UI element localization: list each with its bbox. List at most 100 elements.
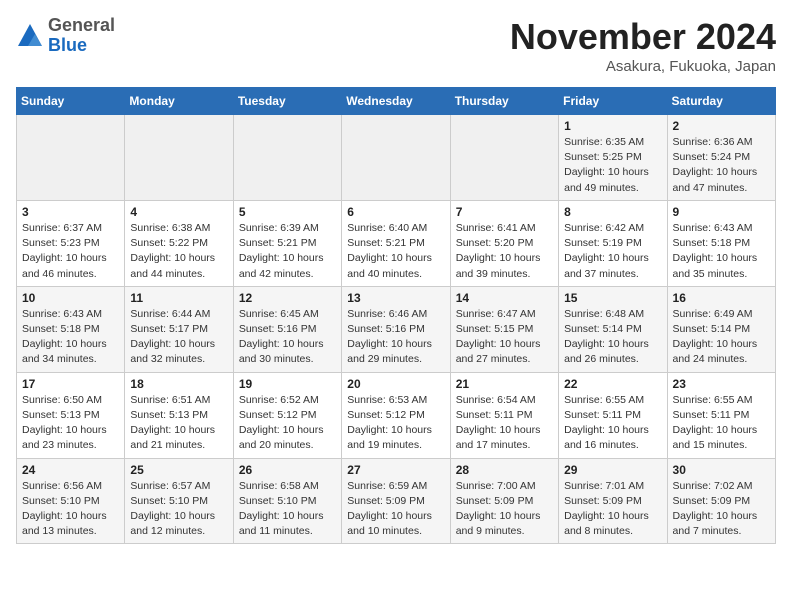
calendar-cell xyxy=(450,115,558,201)
weekday-header: Monday xyxy=(125,88,233,115)
calendar-cell: 2 Sunrise: 6:36 AM Sunset: 5:24 PM Daylig… xyxy=(667,115,775,201)
calendar-cell: 21Sunrise: 6:54 AM Sunset: 5:11 PM Dayli… xyxy=(450,372,558,458)
calendar-cell: 19 Sunrise: 6:52 AM Sunset: 5:12 PM Dayli… xyxy=(233,372,341,458)
day-info: Sunrise: 6:59 AM Sunset: 5:09 PM Dayligh… xyxy=(347,479,444,540)
day-info: Sunrise: 6:46 AM Sunset: 5:16 PM Dayligh… xyxy=(347,307,444,368)
day-number: 11 xyxy=(130,291,227,305)
day-number: 29 xyxy=(564,463,661,477)
day-number: 28 xyxy=(456,463,553,477)
day-number: 3 xyxy=(22,205,119,219)
calendar-cell: 8 Sunrise: 6:42 AM Sunset: 5:19 PM Daylig… xyxy=(559,200,667,286)
day-number: 23 xyxy=(673,377,770,391)
day-info: Sunrise: 6:40 AM Sunset: 5:21 PM Dayligh… xyxy=(347,221,444,282)
calendar-cell: 27 Sunrise: 6:59 AM Sunset: 5:09 PM Dayli… xyxy=(342,458,450,544)
day-number: 6 xyxy=(347,205,444,219)
day-info: Sunrise: 6:44 AM Sunset: 5:17 PM Dayligh… xyxy=(130,307,227,368)
day-number: 16 xyxy=(673,291,770,305)
calendar-week-row: 1Sunrise: 6:35 AM Sunset: 5:25 PM Daylig… xyxy=(17,115,776,201)
calendar-cell xyxy=(342,115,450,201)
day-number: 9 xyxy=(673,205,770,219)
calendar-cell xyxy=(17,115,125,201)
weekday-row: SundayMondayTuesdayWednesdayThursdayFrid… xyxy=(17,88,776,115)
calendar-cell: 26Sunrise: 6:58 AM Sunset: 5:10 PM Dayli… xyxy=(233,458,341,544)
day-info: Sunrise: 6:36 AM Sunset: 5:24 PM Dayligh… xyxy=(673,135,770,196)
calendar-week-row: 24Sunrise: 6:56 AM Sunset: 5:10 PM Dayli… xyxy=(17,458,776,544)
day-number: 20 xyxy=(347,377,444,391)
day-info: Sunrise: 7:01 AM Sunset: 5:09 PM Dayligh… xyxy=(564,479,661,540)
calendar-cell: 24Sunrise: 6:56 AM Sunset: 5:10 PM Dayli… xyxy=(17,458,125,544)
day-info: Sunrise: 6:52 AM Sunset: 5:12 PM Dayligh… xyxy=(239,393,336,454)
day-number: 22 xyxy=(564,377,661,391)
calendar-cell: 23 Sunrise: 6:55 AM Sunset: 5:11 PM Dayli… xyxy=(667,372,775,458)
day-info: Sunrise: 6:58 AM Sunset: 5:10 PM Dayligh… xyxy=(239,479,336,540)
calendar-cell: 3 Sunrise: 6:37 AM Sunset: 5:23 PM Daylig… xyxy=(17,200,125,286)
calendar-cell xyxy=(233,115,341,201)
calendar-cell: 13 Sunrise: 6:46 AM Sunset: 5:16 PM Dayli… xyxy=(342,286,450,372)
calendar-cell: 5Sunrise: 6:39 AM Sunset: 5:21 PM Daylig… xyxy=(233,200,341,286)
day-info: Sunrise: 6:42 AM Sunset: 5:19 PM Dayligh… xyxy=(564,221,661,282)
day-info: Sunrise: 6:37 AM Sunset: 5:23 PM Dayligh… xyxy=(22,221,119,282)
calendar-cell: 6 Sunrise: 6:40 AM Sunset: 5:21 PM Daylig… xyxy=(342,200,450,286)
calendar-cell: 15 Sunrise: 6:48 AM Sunset: 5:14 PM Dayli… xyxy=(559,286,667,372)
day-number: 8 xyxy=(564,205,661,219)
day-number: 24 xyxy=(22,463,119,477)
calendar-cell: 20 Sunrise: 6:53 AM Sunset: 5:12 PM Dayli… xyxy=(342,372,450,458)
day-info: Sunrise: 7:00 AM Sunset: 5:09 PM Dayligh… xyxy=(456,479,553,540)
day-info: Sunrise: 6:55 AM Sunset: 5:11 PM Dayligh… xyxy=(673,393,770,454)
calendar-cell: 14 Sunrise: 6:47 AM Sunset: 5:15 PM Dayli… xyxy=(450,286,558,372)
day-number: 25 xyxy=(130,463,227,477)
day-info: Sunrise: 6:38 AM Sunset: 5:22 PM Dayligh… xyxy=(130,221,227,282)
calendar-cell: 4 Sunrise: 6:38 AM Sunset: 5:22 PM Daylig… xyxy=(125,200,233,286)
calendar-cell: 22Sunrise: 6:55 AM Sunset: 5:11 PM Dayli… xyxy=(559,372,667,458)
month-title: November 2024 xyxy=(510,16,776,58)
calendar-cell: 17 Sunrise: 6:50 AM Sunset: 5:13 PM Dayli… xyxy=(17,372,125,458)
calendar-week-row: 10Sunrise: 6:43 AM Sunset: 5:18 PM Dayli… xyxy=(17,286,776,372)
day-info: Sunrise: 6:47 AM Sunset: 5:15 PM Dayligh… xyxy=(456,307,553,368)
day-number: 18 xyxy=(130,377,227,391)
page-header: General Blue November 2024 Asakura, Fuku… xyxy=(16,16,776,75)
logo-text: General Blue xyxy=(48,16,115,56)
logo-icon xyxy=(16,22,44,50)
weekday-header: Saturday xyxy=(667,88,775,115)
day-info: Sunrise: 6:48 AM Sunset: 5:14 PM Dayligh… xyxy=(564,307,661,368)
logo: General Blue xyxy=(16,16,115,56)
calendar-week-row: 17 Sunrise: 6:50 AM Sunset: 5:13 PM Dayli… xyxy=(17,372,776,458)
calendar-cell: 7Sunrise: 6:41 AM Sunset: 5:20 PM Daylig… xyxy=(450,200,558,286)
weekday-header: Friday xyxy=(559,88,667,115)
day-info: Sunrise: 6:54 AM Sunset: 5:11 PM Dayligh… xyxy=(456,393,553,454)
calendar-cell: 1Sunrise: 6:35 AM Sunset: 5:25 PM Daylig… xyxy=(559,115,667,201)
calendar-cell: 30Sunrise: 7:02 AM Sunset: 5:09 PM Dayli… xyxy=(667,458,775,544)
day-info: Sunrise: 6:50 AM Sunset: 5:13 PM Dayligh… xyxy=(22,393,119,454)
calendar-header: SundayMondayTuesdayWednesdayThursdayFrid… xyxy=(17,88,776,115)
day-info: Sunrise: 6:53 AM Sunset: 5:12 PM Dayligh… xyxy=(347,393,444,454)
calendar-cell: 16 Sunrise: 6:49 AM Sunset: 5:14 PM Dayli… xyxy=(667,286,775,372)
calendar-cell: 18 Sunrise: 6:51 AM Sunset: 5:13 PM Dayli… xyxy=(125,372,233,458)
day-number: 14 xyxy=(456,291,553,305)
calendar-cell: 12Sunrise: 6:45 AM Sunset: 5:16 PM Dayli… xyxy=(233,286,341,372)
day-info: Sunrise: 6:57 AM Sunset: 5:10 PM Dayligh… xyxy=(130,479,227,540)
calendar-cell: 29 Sunrise: 7:01 AM Sunset: 5:09 PM Dayli… xyxy=(559,458,667,544)
day-number: 4 xyxy=(130,205,227,219)
calendar-cell: 25 Sunrise: 6:57 AM Sunset: 5:10 PM Dayli… xyxy=(125,458,233,544)
title-block: November 2024 Asakura, Fukuoka, Japan xyxy=(510,16,776,75)
weekday-header: Sunday xyxy=(17,88,125,115)
day-number: 13 xyxy=(347,291,444,305)
day-number: 1 xyxy=(564,119,661,133)
day-number: 5 xyxy=(239,205,336,219)
day-info: Sunrise: 6:43 AM Sunset: 5:18 PM Dayligh… xyxy=(673,221,770,282)
calendar-cell: 28 Sunrise: 7:00 AM Sunset: 5:09 PM Dayli… xyxy=(450,458,558,544)
day-number: 15 xyxy=(564,291,661,305)
location-subtitle: Asakura, Fukuoka, Japan xyxy=(510,58,776,75)
day-number: 19 xyxy=(239,377,336,391)
day-number: 2 xyxy=(673,119,770,133)
weekday-header: Wednesday xyxy=(342,88,450,115)
day-number: 10 xyxy=(22,291,119,305)
day-number: 27 xyxy=(347,463,444,477)
calendar-cell xyxy=(125,115,233,201)
day-info: Sunrise: 6:49 AM Sunset: 5:14 PM Dayligh… xyxy=(673,307,770,368)
day-info: Sunrise: 6:45 AM Sunset: 5:16 PM Dayligh… xyxy=(239,307,336,368)
day-number: 30 xyxy=(673,463,770,477)
day-number: 17 xyxy=(22,377,119,391)
weekday-header: Tuesday xyxy=(233,88,341,115)
day-info: Sunrise: 6:51 AM Sunset: 5:13 PM Dayligh… xyxy=(130,393,227,454)
